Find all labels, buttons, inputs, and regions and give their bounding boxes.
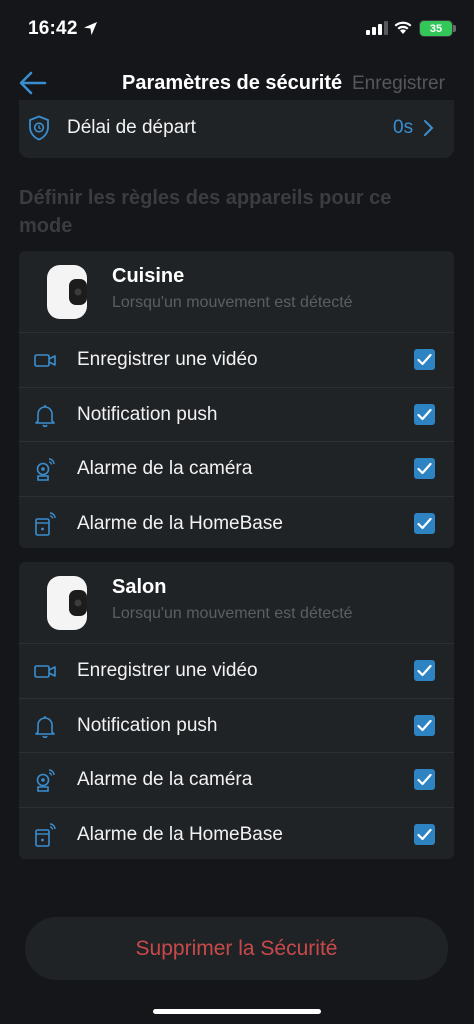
check-icon (417, 773, 432, 786)
video-camera-icon (34, 354, 56, 367)
rule-checkbox[interactable] (414, 769, 435, 790)
rule-homebase-alarm[interactable]: Alarme de la HomeBase (19, 495, 454, 551)
start-delay-value: 0s (393, 117, 414, 138)
cellular-signal-icon (366, 21, 388, 35)
video-camera-icon (34, 665, 56, 678)
homebase-alarm-icon (35, 822, 56, 847)
location-arrow-icon (83, 21, 98, 36)
back-arrow-icon[interactable] (18, 70, 48, 96)
rule-label: Alarme de la caméra (77, 769, 253, 790)
home-indicator (153, 1009, 321, 1014)
chevron-right-icon (424, 120, 434, 136)
rule-homebase-alarm[interactable]: Alarme de la HomeBase (19, 806, 454, 862)
check-icon (417, 517, 432, 529)
rule-checkbox[interactable] (414, 512, 435, 534)
rule-push-notification[interactable]: Notification push (19, 697, 454, 753)
device-name: Salon (112, 576, 167, 598)
bell-icon (35, 715, 55, 738)
camera-alarm-icon (36, 769, 55, 792)
status-bar: 16:42 35 (0, 0, 474, 60)
rule-camera-alarm[interactable]: Alarme de la caméra (19, 752, 454, 807)
check-icon (417, 664, 432, 677)
shield-clock-icon (29, 115, 49, 141)
device-trigger: Lorsqu'un mouvement est détecté (112, 605, 353, 622)
rule-checkbox[interactable] (414, 823, 435, 845)
battery-icon: 35 (419, 20, 453, 37)
check-icon (417, 462, 432, 475)
camera-device-icon (47, 576, 87, 630)
rule-record-video[interactable]: Enregistrer une vidéo (19, 643, 454, 698)
rule-camera-alarm[interactable]: Alarme de la caméra (19, 441, 454, 496)
rule-checkbox[interactable] (414, 349, 435, 370)
delete-security-button[interactable]: Supprimer la Sécurité (25, 917, 448, 980)
rule-record-video[interactable]: Enregistrer une vidéo (19, 332, 454, 387)
save-button[interactable]: Enregistrer (352, 73, 445, 95)
check-icon (417, 828, 432, 840)
rule-label: Alarme de la caméra (77, 458, 253, 479)
section-title: Définir les règles des appareils pour ce… (19, 187, 392, 237)
check-icon (417, 719, 432, 731)
rule-checkbox[interactable] (414, 660, 435, 681)
device-card-cuisine: Cuisine Lorsqu'un mouvement est détecté … (19, 251, 454, 548)
wifi-icon (394, 21, 412, 34)
device-name: Cuisine (112, 265, 185, 287)
rule-label: Enregistrer une vidéo (77, 349, 258, 370)
start-delay-row[interactable]: Délai de départ 0s (19, 100, 454, 158)
bell-icon (35, 404, 55, 427)
page-title: Paramètres de sécurité (122, 72, 343, 94)
status-time: 16:42 (28, 18, 78, 39)
rule-label: Alarme de la HomeBase (77, 823, 283, 845)
rule-label: Notification push (77, 714, 218, 736)
device-trigger: Lorsqu'un mouvement est détecté (112, 294, 353, 311)
homebase-alarm-icon (35, 511, 56, 536)
rule-label: Enregistrer une vidéo (77, 660, 258, 681)
rule-checkbox[interactable] (414, 714, 435, 736)
start-delay-label: Délai de départ (67, 117, 196, 138)
rule-checkbox[interactable] (414, 458, 435, 479)
rule-push-notification[interactable]: Notification push (19, 386, 454, 442)
rule-checkbox[interactable] (414, 403, 435, 425)
rule-label: Notification push (77, 403, 218, 425)
rule-label: Alarme de la HomeBase (77, 512, 283, 534)
battery-tip (453, 25, 456, 32)
camera-device-icon (47, 265, 87, 319)
device-card-salon: Salon Lorsqu'un mouvement est détecté En… (19, 562, 454, 859)
check-icon (417, 408, 432, 420)
check-icon (417, 353, 432, 366)
camera-alarm-icon (36, 458, 55, 481)
battery-level: 35 (429, 22, 443, 35)
